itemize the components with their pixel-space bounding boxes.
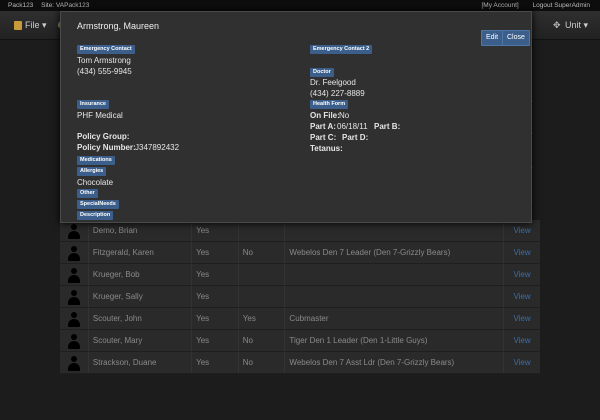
my-account-link[interactable]: [My Account] — [482, 2, 519, 9]
on-file-label: On File: — [310, 111, 340, 120]
file-icon — [14, 21, 22, 31]
health-form-badge: Health Form — [310, 100, 349, 109]
status-cell: No — [238, 329, 286, 352]
file-menu[interactable]: File ▾ — [14, 11, 47, 39]
name-cell: Demo, Brian — [88, 220, 193, 242]
edit-button[interactable]: Edit — [481, 30, 504, 46]
emergency-contact-badge: Emergency Contact — [77, 45, 135, 54]
modal-title: Armstrong, Maureen — [77, 21, 160, 31]
table-row: Demo, Brian Yes View — [60, 220, 540, 242]
view-link[interactable]: View — [503, 329, 540, 352]
other-badge: Other — [77, 189, 98, 198]
part-c-label: Part C: — [310, 133, 337, 142]
part-d-label: Part D: — [342, 133, 369, 142]
view-link[interactable]: View — [503, 351, 540, 374]
on-file-value: No — [339, 111, 350, 120]
unit-icon: ✥ — [553, 20, 561, 31]
tetanus-label: Tetanus: — [310, 144, 343, 153]
avatar-icon — [67, 223, 81, 239]
name-cell: Strackson, Duane — [88, 351, 193, 374]
doctor-phone: (434) 227-8889 — [310, 89, 365, 98]
pack-label: Pack123 — [8, 2, 34, 9]
medications-badge: Medications — [77, 156, 115, 165]
table-row: Scouter, John Yes Yes Cubmaster View — [60, 307, 540, 330]
description-badge: Description — [77, 211, 114, 220]
allergies-badge: Allergies — [77, 167, 107, 176]
status-cell: No — [238, 351, 286, 374]
avatar-icon — [67, 355, 81, 371]
unit-menu-label: Unit — [565, 20, 582, 30]
position-cell — [284, 220, 505, 242]
view-link[interactable]: View — [503, 241, 540, 264]
status-cell: Yes — [191, 241, 239, 264]
part-a-label: Part A: — [310, 122, 336, 131]
name-cell: Scouter, John — [88, 307, 193, 330]
avatar-icon — [67, 289, 81, 305]
avatar-icon — [67, 311, 81, 327]
table-row: Krueger, Bob Yes View — [60, 263, 540, 286]
status-cell: Yes — [191, 220, 239, 242]
policy-number-value: J347892432 — [135, 143, 180, 152]
view-link[interactable]: View — [503, 307, 540, 330]
name-cell: Scouter, Mary — [88, 329, 193, 352]
insurance-badge: Insurance — [77, 100, 109, 109]
position-cell: Webelos Den 7 Asst Ldr (Den 7-Grizzly Be… — [284, 351, 505, 374]
doctor-badge: Doctor — [310, 68, 334, 77]
member-detail-modal: Armstrong, Maureen Edit Close Emergency … — [60, 11, 532, 223]
table-row: Krueger, Sally Yes View — [60, 285, 540, 308]
status-cell: Yes — [191, 263, 239, 286]
logout-link[interactable]: Logout SuperAdmin — [533, 2, 590, 9]
status-cell: No — [238, 241, 286, 264]
status-cell — [238, 220, 286, 242]
app-root: Pack123 Site: VAPack123 [My Account] Log… — [0, 0, 600, 420]
avatar-icon — [67, 245, 81, 261]
doctor-name: Dr. Feelgood — [310, 78, 356, 87]
table-row: Strackson, Duane Yes No Webelos Den 7 As… — [60, 351, 540, 374]
status-cell: Yes — [191, 307, 239, 330]
name-cell: Krueger, Bob — [88, 263, 193, 286]
allergies-value: Chocolate — [77, 178, 114, 187]
view-link[interactable]: View — [503, 285, 540, 308]
position-cell: Cubmaster — [284, 307, 505, 330]
emergency-contact-phone: (434) 555-9945 — [77, 67, 132, 76]
table-row: Fitzgerald, Karen Yes No Webelos Den 7 L… — [60, 241, 540, 264]
view-link[interactable]: View — [503, 220, 540, 242]
emergency-contact-name: Tom Armstrong — [77, 56, 131, 65]
unit-menu[interactable]: ✥ Unit ▾ — [553, 11, 588, 39]
site-label: Site: VAPack123 — [41, 2, 90, 9]
view-link[interactable]: View — [503, 263, 540, 286]
emergency-contact-2-badge: Emergency Contact 2 — [310, 45, 373, 54]
avatar-icon — [67, 333, 81, 349]
file-menu-label: File — [25, 20, 40, 30]
policy-number-label: Policy Number: — [77, 143, 136, 152]
position-cell — [284, 285, 505, 308]
table-row: Scouter, Mary Yes No Tiger Den 1 Leader … — [60, 329, 540, 352]
name-cell: Krueger, Sally — [88, 285, 193, 308]
avatar-icon — [67, 267, 81, 283]
name-cell: Fitzgerald, Karen — [88, 241, 193, 264]
status-cell — [238, 263, 286, 286]
close-button[interactable]: Close — [502, 30, 530, 46]
part-a-value: 06/18/11 — [337, 122, 368, 131]
position-cell: Tiger Den 1 Leader (Den 1-Little Guys) — [284, 329, 505, 352]
status-cell — [238, 285, 286, 308]
status-cell: Yes — [191, 329, 239, 352]
position-cell: Webelos Den 7 Leader (Den 7-Grizzly Bear… — [284, 241, 505, 264]
status-cell: Yes — [238, 307, 286, 330]
part-b-label: Part B: — [374, 122, 401, 131]
policy-group-label: Policy Group: — [77, 132, 130, 141]
top-status-bar: Pack123 Site: VAPack123 [My Account] Log… — [0, 0, 600, 11]
adults-table: Demo, Brian Yes View Fitzgerald, Karen Y… — [60, 220, 540, 374]
position-cell — [284, 263, 505, 286]
insurance-value: PHF Medical — [77, 111, 123, 120]
special-needs-badge: SpecialNeeds — [77, 200, 119, 209]
status-cell: Yes — [191, 285, 239, 308]
status-cell: Yes — [191, 351, 239, 374]
